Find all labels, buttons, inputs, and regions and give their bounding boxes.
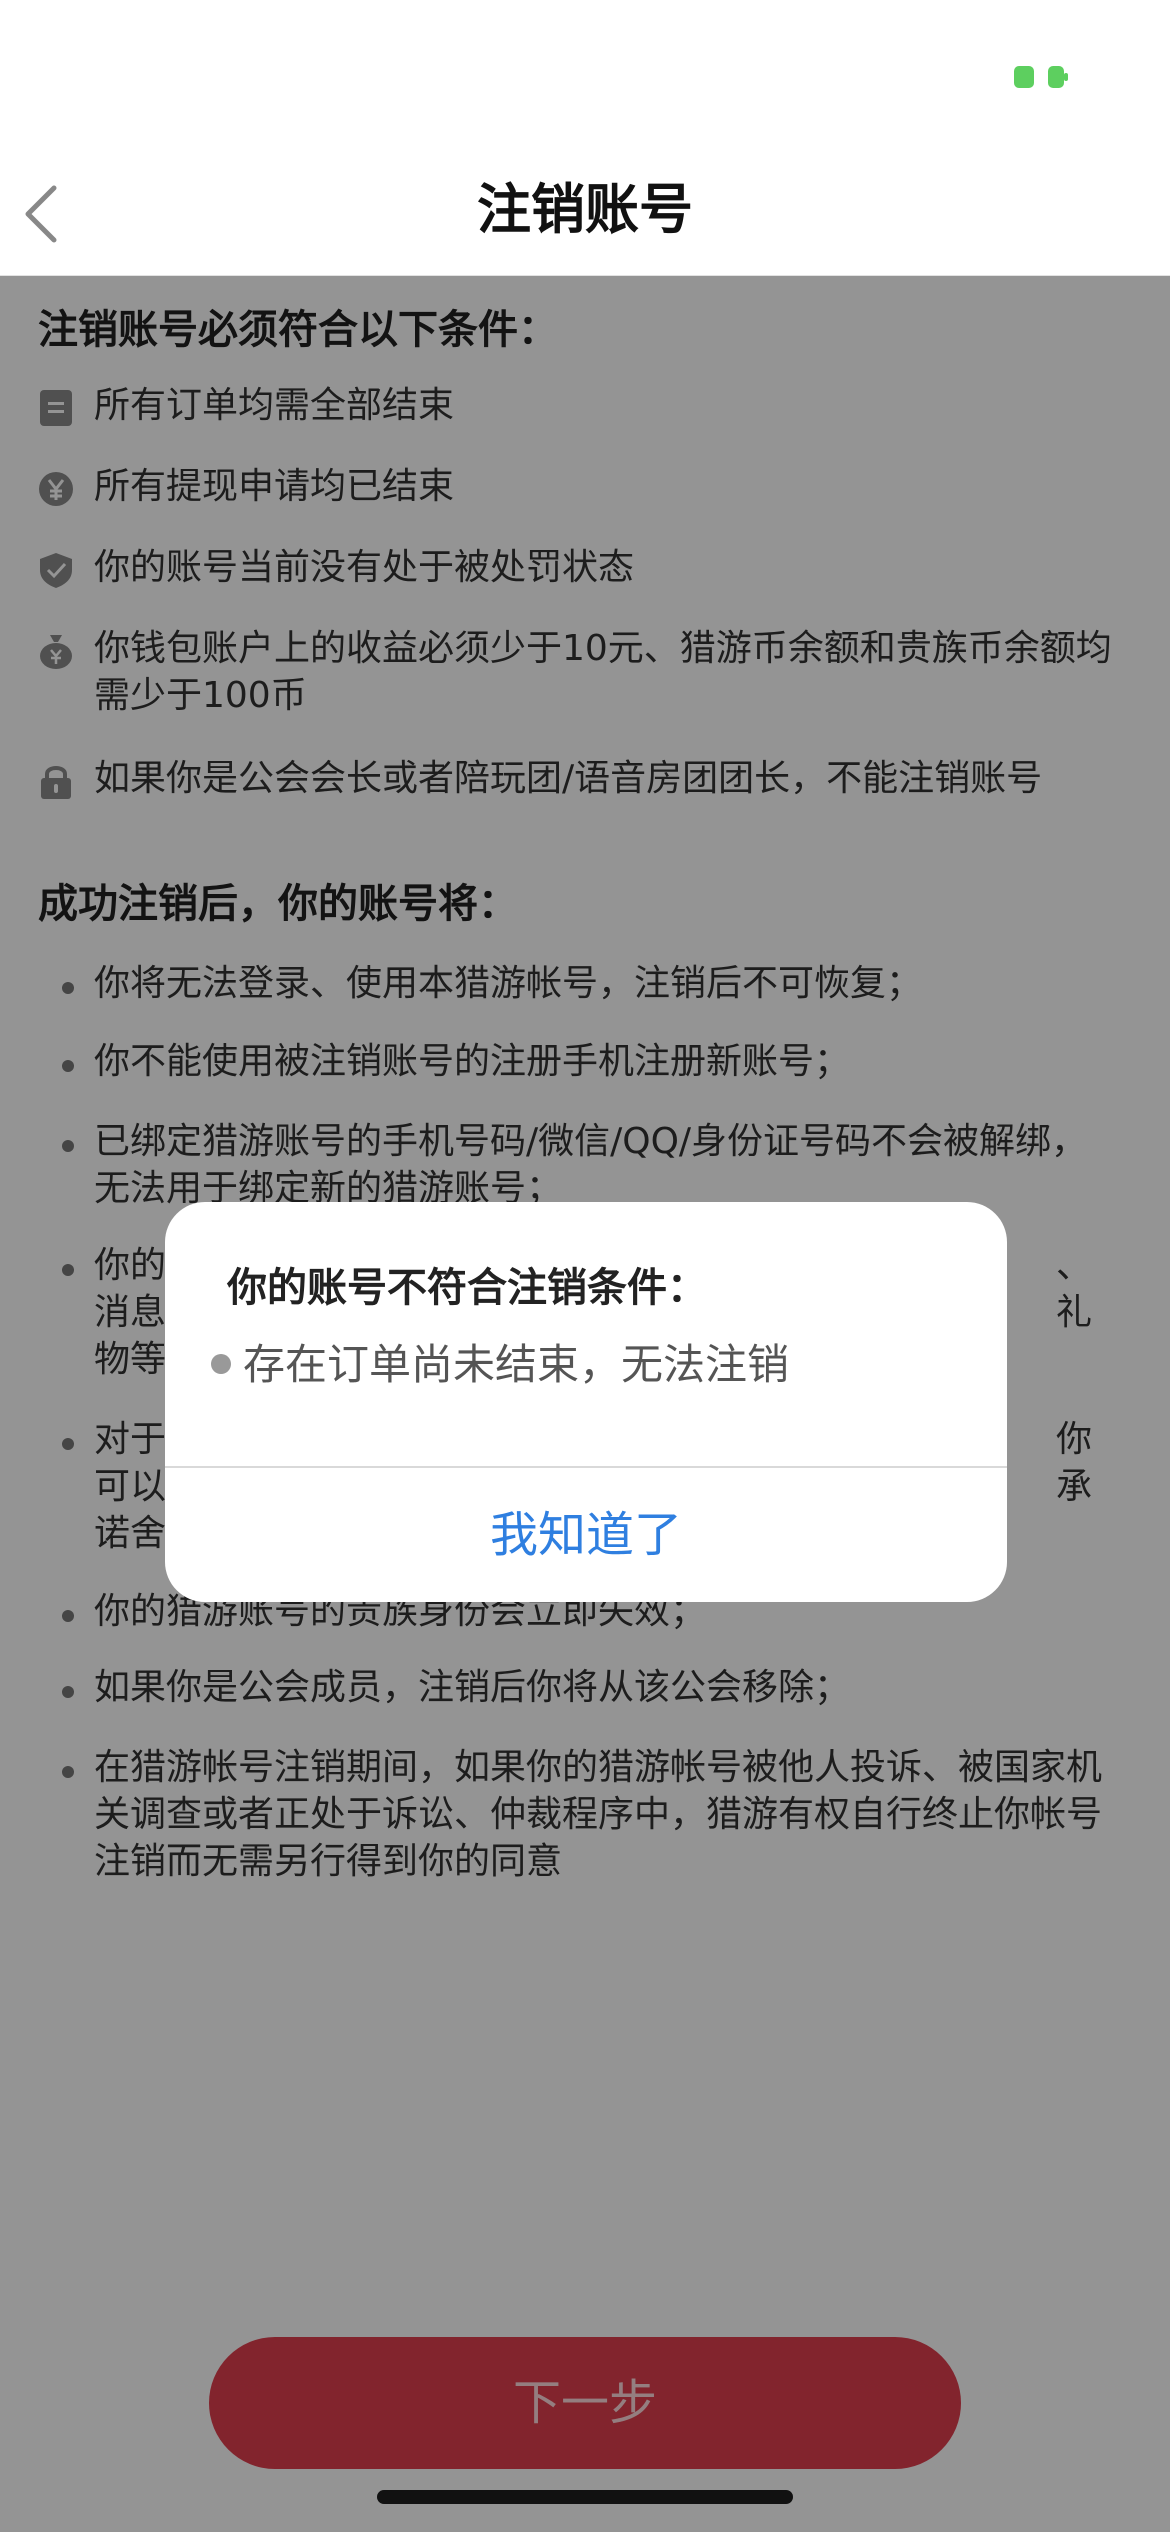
confirm-button[interactable]: 我知道了 [165, 1468, 1007, 1602]
bullet-dot [211, 1354, 231, 1374]
battery-icon [1014, 66, 1068, 88]
alert-dialog: 你的账号不符合注销条件： 存在订单尚未结束，无法注销 我知道了 [165, 1202, 1007, 1602]
nav-bar: 注销账号 [0, 150, 1170, 276]
dialog-title: 你的账号不符合注销条件： [227, 1265, 707, 1311]
home-indicator [377, 2490, 793, 2504]
status-bar [0, 0, 1170, 150]
dialog-message: 存在订单尚未结束，无法注销 [243, 1340, 790, 1389]
page-title: 注销账号 [477, 178, 693, 241]
